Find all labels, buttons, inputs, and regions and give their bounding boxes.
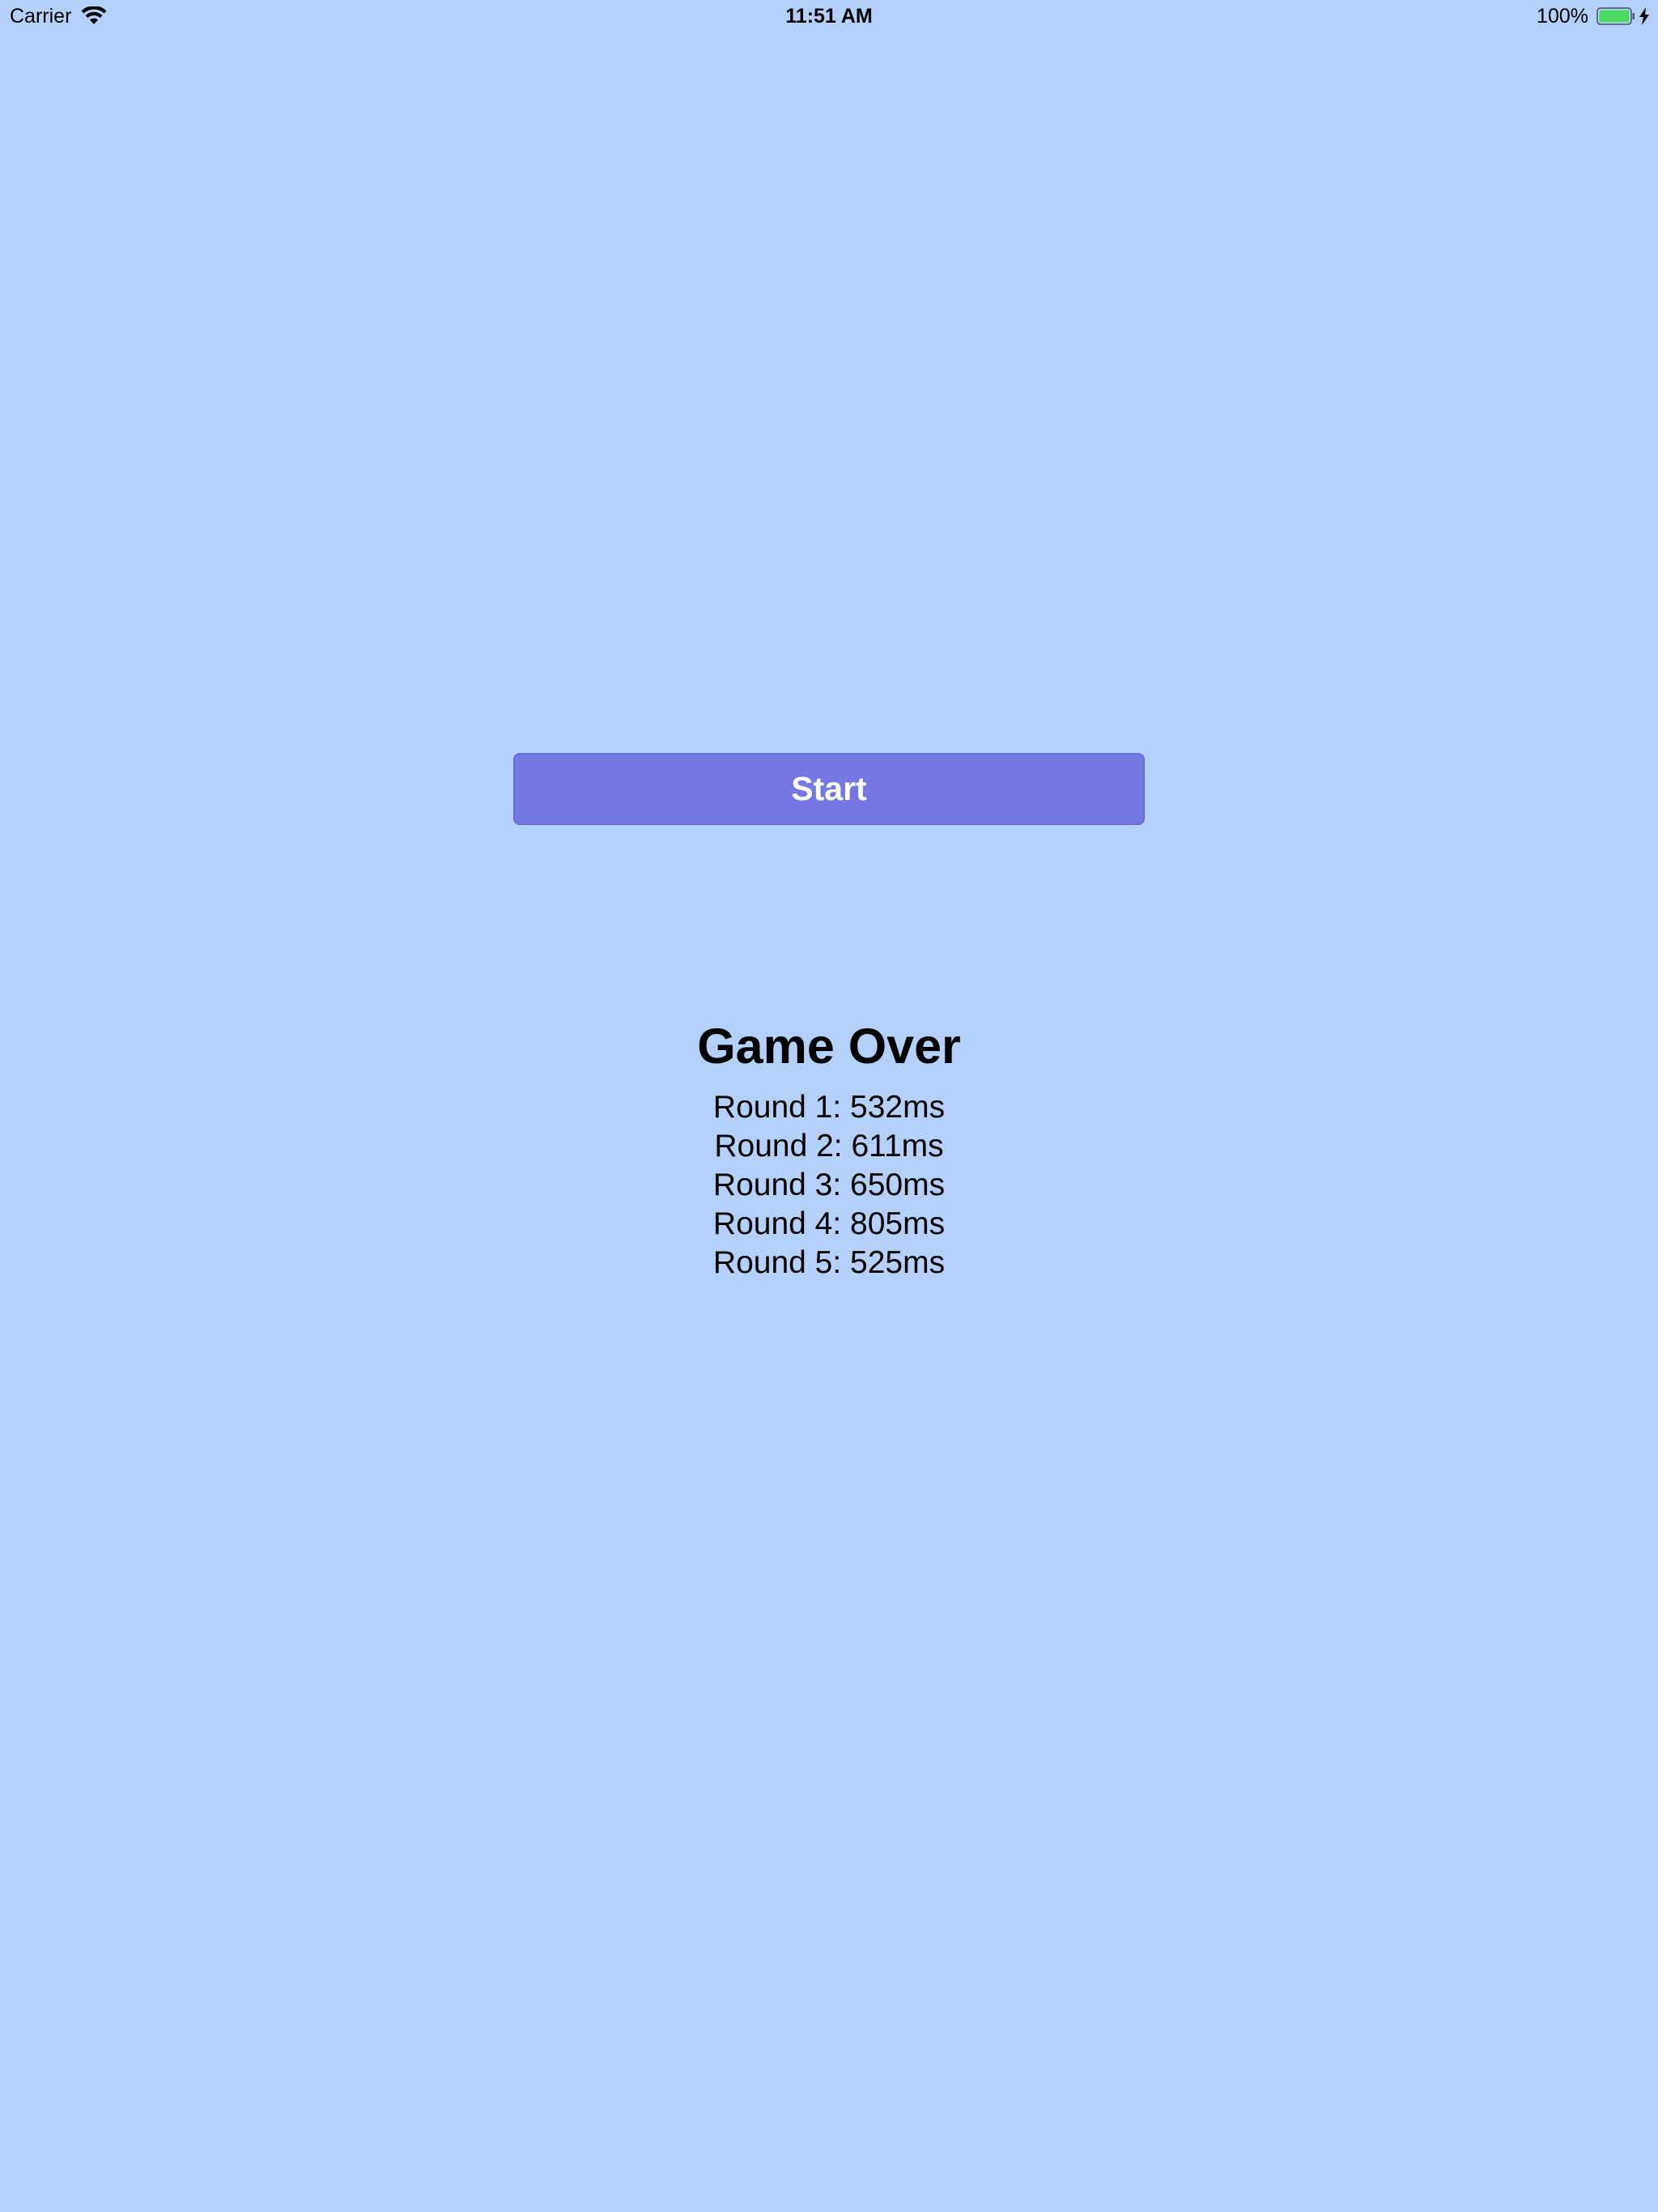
charging-bolt-icon: [1639, 7, 1649, 25]
status-bar: Carrier 11:51 AM 100%: [0, 0, 1658, 32]
round-result: Round 5: 525ms: [712, 1245, 946, 1280]
round-result: Round 4: 805ms: [712, 1206, 946, 1241]
battery-percent: 100%: [1537, 5, 1588, 28]
status-time: 11:51 AM: [785, 5, 873, 28]
start-button[interactable]: Start: [513, 753, 1145, 825]
game-screen: Carrier 11:51 AM 100% Start Game Over Ro…: [0, 0, 1658, 2212]
game-over-title: Game Over: [697, 1019, 961, 1074]
round-result: Round 3: 650ms: [712, 1168, 946, 1202]
battery-icon: [1596, 7, 1635, 25]
round-results-list: Round 1: 532ms Round 2: 611ms Round 3: 6…: [0, 1088, 1658, 1283]
round-result: Round 1: 532ms: [712, 1090, 946, 1125]
round-result: Round 2: 611ms: [714, 1129, 944, 1163]
results-panel: Game Over Round 1: 532ms Round 2: 611ms …: [0, 1012, 1658, 1283]
